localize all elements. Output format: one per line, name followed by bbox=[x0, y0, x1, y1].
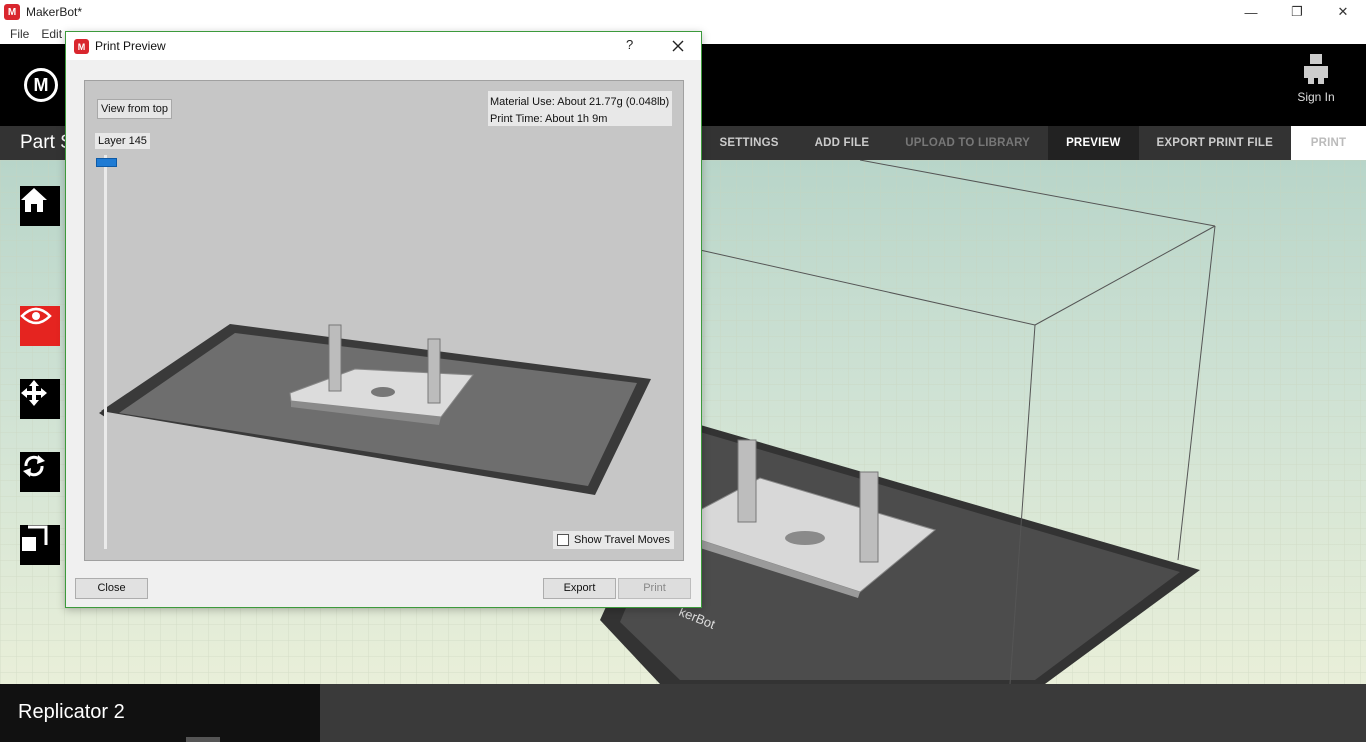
tab-upload-to-library[interactable]: UPLOAD TO LIBRARY bbox=[887, 126, 1048, 160]
tab-settings[interactable]: SETTINGS bbox=[702, 126, 797, 160]
makerbot-app: M MakerBot* — ❐ ✕ File Edit M Sign In Pa… bbox=[0, 0, 1366, 742]
preview-part-hole bbox=[371, 387, 395, 397]
sign-in-label: Sign In bbox=[1297, 90, 1335, 104]
bottom-tab-handle bbox=[186, 737, 220, 742]
tab-add-file[interactable]: ADD FILE bbox=[797, 126, 888, 160]
close-button[interactable]: Close bbox=[75, 578, 148, 599]
view-button[interactable] bbox=[20, 306, 60, 346]
dialog-close-button[interactable] bbox=[666, 35, 690, 57]
show-travel-label: Show Travel Moves bbox=[574, 534, 670, 546]
window-titlebar: M MakerBot* — ❐ ✕ bbox=[0, 0, 1366, 24]
help-button[interactable]: ? bbox=[626, 37, 633, 52]
tab-export-print-file[interactable]: EXPORT PRINT FILE bbox=[1139, 126, 1292, 160]
move-icon bbox=[21, 380, 47, 406]
minimize-button[interactable]: — bbox=[1228, 0, 1274, 24]
user-icon bbox=[1304, 54, 1328, 84]
show-travel-checkbox[interactable] bbox=[557, 534, 569, 546]
printer-selector[interactable]: Replicator 2 bbox=[0, 684, 320, 742]
dialog-titlebar: M Print Preview ? bbox=[66, 32, 701, 60]
menu-file[interactable]: File bbox=[8, 27, 31, 41]
preview-canvas[interactable]: View from top Layer 145 Material Use: Ab… bbox=[84, 80, 684, 561]
move-button[interactable] bbox=[20, 379, 60, 419]
rotate-icon bbox=[23, 455, 45, 477]
makerbot-dialog-icon: M bbox=[74, 39, 89, 54]
bottom-bar: Replicator 2 bbox=[0, 684, 1366, 742]
rotate-button[interactable] bbox=[20, 452, 60, 492]
dialog-title: Print Preview bbox=[95, 39, 166, 53]
preview-post-right bbox=[427, 338, 441, 404]
makerbot-app-icon: M bbox=[4, 4, 20, 20]
preview-post-left bbox=[328, 324, 342, 392]
close-window-button[interactable]: ✕ bbox=[1320, 0, 1366, 24]
scale-icon bbox=[22, 525, 48, 551]
material-use: Material Use: About 21.77g (0.048lb) bbox=[490, 96, 670, 108]
print-stats-panel: Material Use: About 21.77g (0.048lb) Pri… bbox=[488, 91, 672, 126]
view-from-top-button[interactable]: View from top bbox=[97, 99, 173, 119]
print-preview-dialog: M Print Preview ? View from top Layer 14… bbox=[65, 31, 702, 608]
close-icon bbox=[672, 40, 684, 52]
print-time: Print Time: About 1h 9m bbox=[490, 113, 608, 125]
scale-button[interactable] bbox=[20, 525, 60, 565]
nav-tabs: SETTINGS ADD FILE UPLOAD TO LIBRARY PREV… bbox=[702, 126, 1366, 160]
export-button[interactable]: Export bbox=[543, 578, 616, 599]
home-icon bbox=[21, 188, 47, 212]
sign-in-button[interactable]: Sign In bbox=[1296, 54, 1336, 104]
home-view-button[interactable] bbox=[20, 186, 60, 226]
tab-preview[interactable]: PREVIEW bbox=[1048, 126, 1139, 160]
layer-label: Layer 145 bbox=[95, 133, 150, 149]
window-controls: — ❐ ✕ bbox=[1228, 0, 1366, 24]
menu-edit[interactable]: Edit bbox=[39, 27, 64, 41]
layer-slider-track[interactable] bbox=[104, 155, 107, 549]
tab-print[interactable]: PRINT bbox=[1291, 126, 1366, 160]
show-travel-moves-toggle[interactable]: Show Travel Moves bbox=[553, 531, 674, 549]
restore-button[interactable]: ❐ bbox=[1274, 0, 1320, 24]
print-button[interactable]: Print bbox=[618, 578, 691, 599]
window-title: MakerBot* bbox=[26, 5, 83, 19]
makerbot-logo[interactable]: M bbox=[24, 68, 58, 102]
preview-scene bbox=[99, 324, 651, 495]
layer-slider-handle[interactable] bbox=[96, 158, 117, 167]
eye-icon bbox=[20, 307, 52, 325]
